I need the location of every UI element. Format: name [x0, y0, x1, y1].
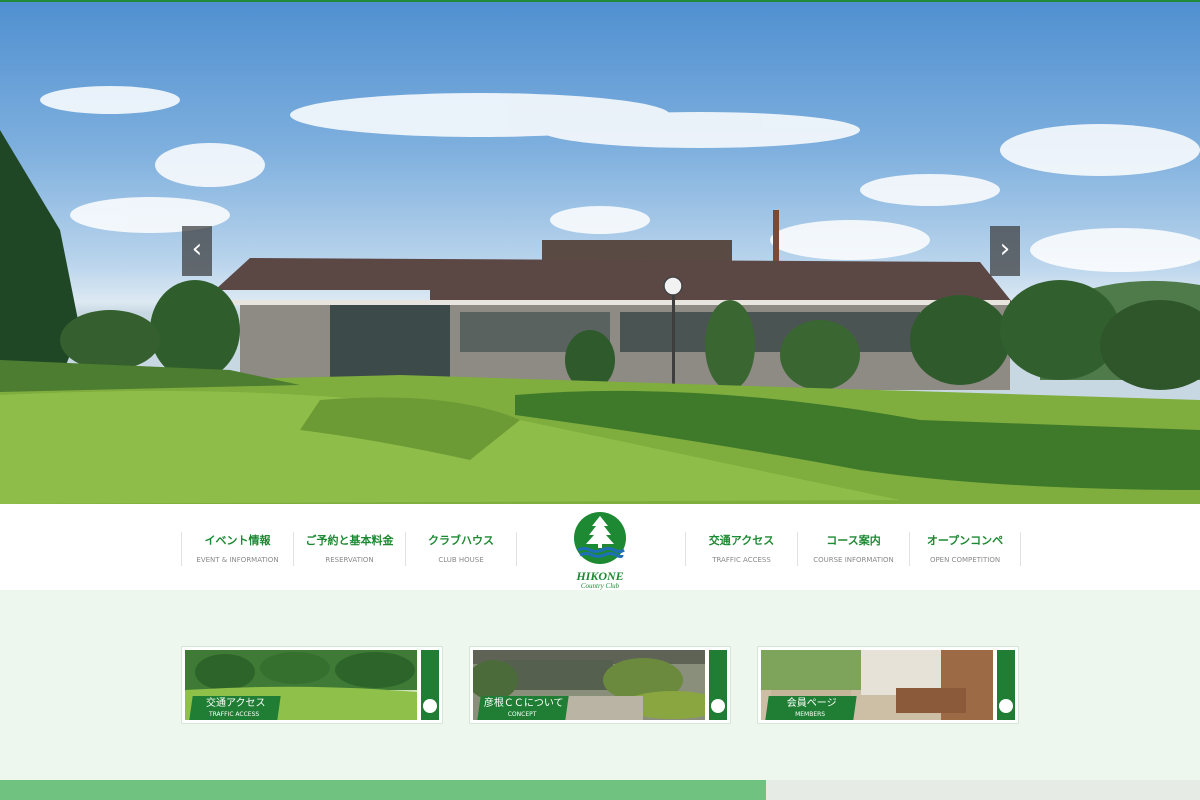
nav-item-label: ご予約と基本料金 [305, 534, 394, 547]
nav-item-label: イベント情報 [204, 534, 271, 547]
nav-item-label: 交通アクセス [708, 534, 775, 547]
pine-tree-logo-icon [574, 512, 626, 564]
hero-photo [0, 86, 1200, 504]
banner-label-en: CONCEPT [507, 711, 537, 718]
nav-item-label: クラブハウス [428, 534, 494, 547]
nav-item-sublabel: CLUB HOUSE [438, 556, 484, 564]
banner-concept[interactable]: 彦根ＣＣについて CONCEPT [469, 646, 731, 724]
nav-item-open-competition[interactable]: オープンコンペ OPEN COMPETITION [909, 532, 1021, 566]
nav-item-course-information[interactable]: コース案内 COURSE INFORMATION [797, 532, 909, 566]
banner-label-jp: 彦根ＣＣについて [483, 698, 564, 709]
nav-item-sublabel: COURSE INFORMATION [813, 556, 894, 564]
nav-item-sublabel: TRAFFIC ACCESS [712, 556, 771, 564]
banner-label-en: TRAFFIC ACCESS [208, 711, 260, 718]
nav-item-sublabel: RESERVATION [325, 556, 374, 564]
top-accent-line [0, 0, 1200, 2]
chevron-right-icon: › [999, 234, 1011, 264]
banner-label-en: MEMBERS [795, 711, 826, 718]
nav-item-event-information[interactable]: イベント情報 EVENT & INFORMATION [181, 532, 293, 566]
nav-item-label: オープンコンペ [926, 534, 1004, 547]
footer-pattern-strip [766, 780, 1200, 800]
banner-label-jp: 会員ページ [786, 698, 837, 709]
banner-label: 会員ページ MEMBERS [765, 696, 857, 720]
banner-label-jp: 交通アクセス [205, 698, 266, 709]
banner-traffic-access[interactable]: 交通アクセス TRAFFIC ACCESS [181, 646, 443, 724]
nav-item-traffic-access[interactable]: 交通アクセス TRAFFIC ACCESS [685, 532, 797, 566]
footer-green-strip [0, 780, 766, 800]
slider-prev-button[interactable]: ‹ [182, 226, 212, 276]
banner-label: 彦根ＣＣについて CONCEPT [477, 696, 569, 720]
nav-item-club-house[interactable]: クラブハウス CLUB HOUSE [405, 532, 517, 566]
logo-name: HIKONE [576, 569, 624, 583]
nav-item-reservation[interactable]: ご予約と基本料金 RESERVATION [293, 532, 405, 566]
banner-label: 交通アクセス TRAFFIC ACCESS [189, 696, 281, 720]
logo-subtitle: Country Club [580, 582, 620, 590]
nav-item-sublabel: OPEN COMPETITION [929, 556, 1001, 564]
hero-slider: ‹ › [0, 0, 1200, 504]
chevron-left-icon: ‹ [191, 234, 203, 264]
nav-item-label: コース案内 [826, 534, 881, 547]
banner-members[interactable]: 会員ページ MEMBERS [757, 646, 1019, 724]
slider-next-button[interactable]: › [990, 226, 1020, 276]
site-logo[interactable]: HIKONE Country Club [570, 510, 630, 590]
nav-item-sublabel: EVENT & INFORMATION [196, 556, 279, 564]
